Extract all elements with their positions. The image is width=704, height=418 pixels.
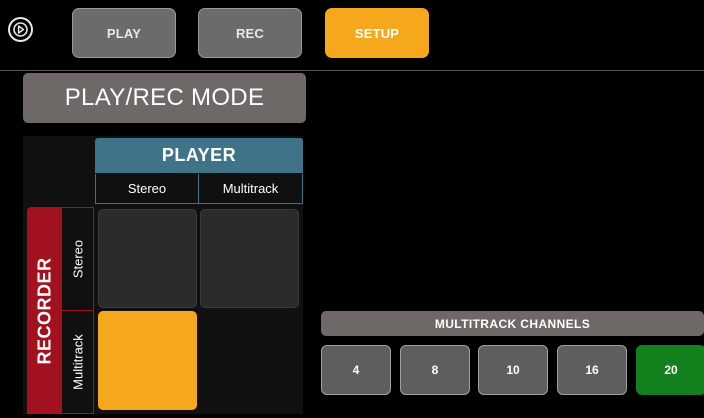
- tab-rec[interactable]: REC: [198, 8, 302, 58]
- cell-rec-stereo-play-stereo[interactable]: [98, 209, 197, 308]
- play-rec-mode-title: PLAY/REC MODE: [23, 73, 306, 123]
- play-logo-icon[interactable]: [8, 17, 33, 42]
- channels-10-button[interactable]: 10: [478, 345, 548, 395]
- player-header: PLAYER: [95, 138, 303, 173]
- channels-20-button[interactable]: 20: [636, 345, 704, 395]
- channels-16-button[interactable]: 16: [557, 345, 627, 395]
- cell-rec-multitrack-play-stereo[interactable]: [98, 311, 197, 410]
- player-col-multitrack: Multitrack: [198, 174, 303, 204]
- recorder-row-stereo-label: Stereo: [70, 239, 85, 279]
- player-col-stereo: Stereo: [95, 174, 199, 204]
- channels-8-button[interactable]: 8: [400, 345, 470, 395]
- tab-play[interactable]: PLAY: [72, 8, 176, 58]
- recorder-row-multitrack-label: Multitrack: [70, 334, 85, 390]
- channels-4-button[interactable]: 4: [321, 345, 391, 395]
- recorder-row-stereo: Stereo: [62, 207, 94, 311]
- recorder-header-label: RECORDER: [34, 256, 54, 365]
- recorder-row-multitrack: Multitrack: [62, 310, 94, 414]
- cell-rec-multitrack-play-multitrack: [200, 311, 299, 410]
- top-divider: [0, 70, 704, 71]
- recorder-header: RECORDER: [27, 207, 62, 414]
- tab-setup[interactable]: SETUP: [325, 8, 429, 58]
- multitrack-channels-header: MULTITRACK CHANNELS: [321, 311, 704, 336]
- cell-rec-stereo-play-multitrack[interactable]: [200, 209, 299, 308]
